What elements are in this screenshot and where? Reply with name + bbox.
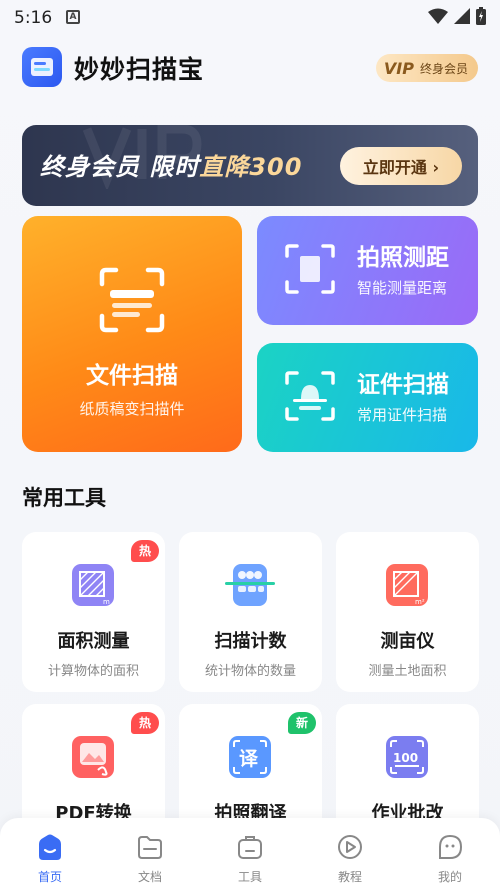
document-scan-icon <box>98 266 166 334</box>
homework-grading-icon: 100 <box>382 732 432 782</box>
tool-name: 面积测量 <box>57 631 130 652</box>
tool-mu-meter[interactable]: m² 测亩仪 测量土地面积 <box>336 532 479 692</box>
nav-profile[interactable]: 我的 <box>400 818 500 888</box>
home-icon <box>39 834 61 860</box>
land-measure-icon: m² <box>382 560 432 610</box>
photo-measure-subtitle: 智能测量距离 <box>357 279 448 297</box>
nav-home[interactable]: 首页 <box>0 818 100 888</box>
app-title: 妙妙扫描宝 <box>74 55 205 84</box>
hot-badge: 热 <box>130 712 159 734</box>
file-scan-card[interactable]: 文件扫描 纸质稿变扫描件 <box>22 216 242 452</box>
chat-face-icon <box>439 834 463 859</box>
nav-label: 我的 <box>437 870 462 884</box>
play-icon <box>338 835 362 859</box>
nav-label: 首页 <box>37 870 62 884</box>
id-card-scan-icon <box>283 369 337 423</box>
toolbox-icon <box>238 836 262 859</box>
scanner-logo-icon <box>31 58 53 76</box>
vip-text: 终身会员 <box>419 61 468 76</box>
id-scan-card[interactable]: 证件扫描 常用证件扫描 <box>257 343 478 452</box>
banner-text: 终身会员 限时直降300 <box>40 147 302 182</box>
measure-frame-icon <box>283 242 337 296</box>
vip-mark: VIP <box>383 58 414 78</box>
tool-name: 测亩仪 <box>380 631 435 652</box>
signal-icon <box>454 8 470 24</box>
svg-text:译: 译 <box>239 748 259 770</box>
wifi-icon <box>428 8 448 24</box>
notification-icon: A <box>66 10 80 24</box>
file-scan-subtitle: 纸质稿变扫描件 <box>79 400 185 418</box>
tool-area-measure[interactable]: 热 m 面积测量 计算物体的面积 <box>22 532 165 692</box>
folder-icon <box>138 836 162 859</box>
pdf-convert-icon <box>68 732 118 782</box>
nav-label: 工具 <box>237 870 262 884</box>
nav-tutorials[interactable]: 教程 <box>300 818 400 888</box>
tool-name: 扫描计数 <box>214 631 287 652</box>
nav-label: 文档 <box>137 870 162 884</box>
translate-icon: 译 <box>225 732 275 782</box>
tool-subtitle: 统计物体的数量 <box>204 664 296 679</box>
tool-scan-count[interactable]: 扫描计数 统计物体的数量 <box>179 532 322 692</box>
app-logo <box>22 47 62 87</box>
photo-measure-card[interactable]: 拍照测距 智能测量距离 <box>257 216 478 325</box>
status-icons <box>428 7 486 25</box>
nav-documents[interactable]: 文档 <box>100 818 200 888</box>
scan-count-icon <box>225 560 275 610</box>
tool-subtitle: 测量土地面积 <box>368 664 447 679</box>
photo-measure-title: 拍照测距 <box>357 245 449 271</box>
status-bar: 5:16 A <box>0 0 500 34</box>
id-scan-title: 证件扫描 <box>357 372 449 398</box>
status-time: 5:16 <box>14 8 53 28</box>
hot-badge: 热 <box>130 540 159 562</box>
banner-text-main: 终身会员 限时 <box>40 153 200 181</box>
svg-text:m: m <box>103 598 110 606</box>
banner-text-highlight: 直降300 <box>199 153 303 181</box>
svg-text:m²: m² <box>415 598 425 606</box>
tools-section-title: 常用工具 <box>22 486 106 510</box>
svg-text:100: 100 <box>393 751 418 765</box>
area-measure-icon: m <box>68 560 118 610</box>
vip-badge[interactable]: VIP 终身会员 <box>375 54 478 82</box>
new-badge: 新 <box>287 712 316 734</box>
tool-subtitle: 计算物体的面积 <box>47 664 139 679</box>
activate-now-button[interactable]: 立即开通 › <box>340 147 462 185</box>
nav-label: 教程 <box>337 870 362 884</box>
file-scan-title: 文件扫描 <box>86 363 178 389</box>
id-scan-subtitle: 常用证件扫描 <box>357 406 448 424</box>
battery-icon <box>476 7 486 25</box>
vip-promo-banner[interactable]: 终身会员 限时直降300 立即开通 › <box>22 125 478 206</box>
nav-tools[interactable]: 工具 <box>200 818 300 888</box>
bottom-nav: 首页 文档 工具 教程 我的 <box>0 818 500 888</box>
